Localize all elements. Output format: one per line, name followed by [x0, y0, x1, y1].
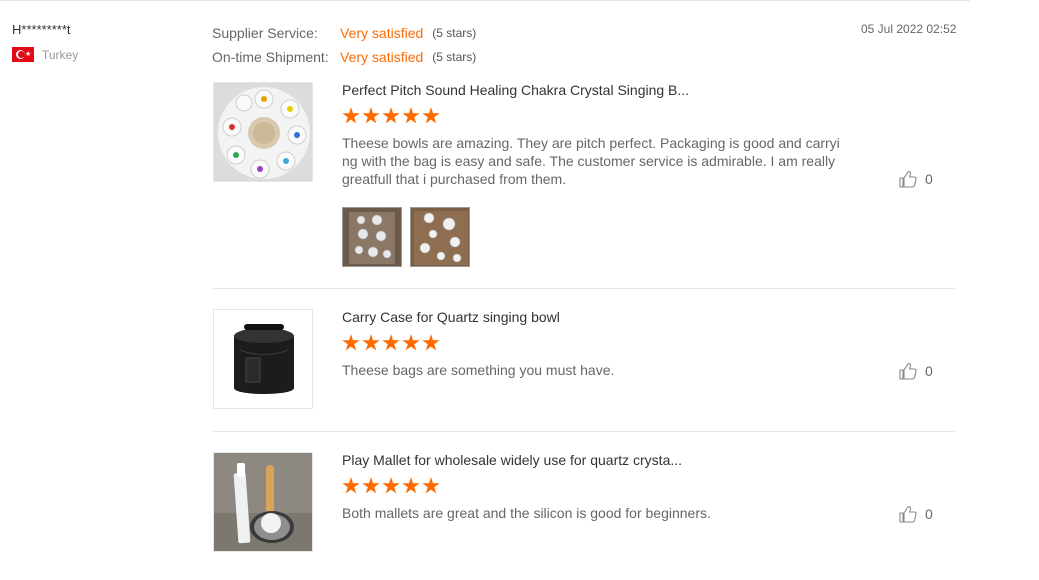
reviewer-country: ★ Turkey [12, 47, 192, 62]
star-icon [402, 334, 420, 351]
star-icon [342, 334, 360, 351]
like-button[interactable]: 0 [899, 362, 933, 380]
item-divider [213, 431, 955, 432]
rating-label: Supplier Service: [212, 25, 318, 41]
turkey-flag-icon: ★ [12, 47, 34, 62]
review-text: Both mallets are great and the silicon i… [342, 505, 711, 521]
star-icon [382, 477, 400, 494]
top-divider [0, 0, 970, 1]
reviewer-name: H*********t [12, 22, 71, 37]
star-icon [382, 107, 400, 124]
like-count: 0 [925, 506, 933, 522]
rating-ontime-shipment: On-time Shipment: Very satisfied (5 star… [212, 45, 476, 69]
review-photo[interactable] [410, 207, 470, 267]
product-thumbnail[interactable] [213, 452, 313, 552]
star-icon [422, 477, 440, 494]
product-title[interactable]: Play Mallet for wholesale widely use for… [342, 452, 682, 468]
thumbs-up-icon [899, 171, 917, 188]
review-item: Perfect Pitch Sound Healing Chakra Cryst… [213, 82, 955, 272]
rating-value: Very satisfied [340, 49, 424, 65]
product-title[interactable]: Carry Case for Quartz singing bowl [342, 309, 560, 325]
review-date: 05 Jul 2022 02:52 [861, 22, 957, 36]
review-text: Theese bags are something you must have. [342, 362, 615, 378]
star-icon [402, 107, 420, 124]
product-rating-stars [342, 107, 440, 125]
like-count: 0 [925, 363, 933, 379]
review-photo[interactable] [342, 207, 402, 267]
star-icon [362, 334, 380, 351]
like-button[interactable]: 0 [899, 505, 933, 523]
star-icon [362, 107, 380, 124]
rating-stars-text: (5 stars) [432, 26, 477, 40]
like-count: 0 [925, 171, 933, 187]
like-button[interactable]: 0 [899, 170, 933, 188]
review-text: Theese bowls are amazing. They are pitch… [342, 135, 840, 187]
rating-stars-text: (5 stars) [432, 50, 477, 64]
rating-supplier-service: Supplier Service: Very satisfied (5 star… [212, 21, 476, 45]
product-thumbnail[interactable] [213, 82, 313, 182]
item-divider [213, 288, 955, 289]
star-icon [342, 107, 360, 124]
star-icon [422, 107, 440, 124]
review-photos [342, 207, 470, 267]
review-item: Play Mallet for wholesale widely use for… [213, 452, 955, 554]
star-icon [342, 477, 360, 494]
rating-value: Very satisfied [340, 25, 424, 41]
review-item: Carry Case for Quartz singing bowl Thees… [213, 309, 955, 411]
star-icon [402, 477, 420, 494]
star-icon [382, 334, 400, 351]
rating-label: On-time Shipment: [212, 49, 329, 65]
product-rating-stars [342, 477, 440, 495]
thumbs-up-icon [899, 506, 917, 523]
supplier-ratings: Supplier Service: Very satisfied (5 star… [212, 21, 476, 69]
country-name: Turkey [42, 47, 79, 62]
product-title[interactable]: Perfect Pitch Sound Healing Chakra Cryst… [342, 82, 689, 98]
product-rating-stars [342, 334, 440, 352]
reviewer-info: H*********t ★ Turkey [12, 21, 192, 62]
star-icon [422, 334, 440, 351]
thumbs-up-icon [899, 363, 917, 380]
star-icon [362, 477, 380, 494]
product-thumbnail[interactable] [213, 309, 313, 409]
